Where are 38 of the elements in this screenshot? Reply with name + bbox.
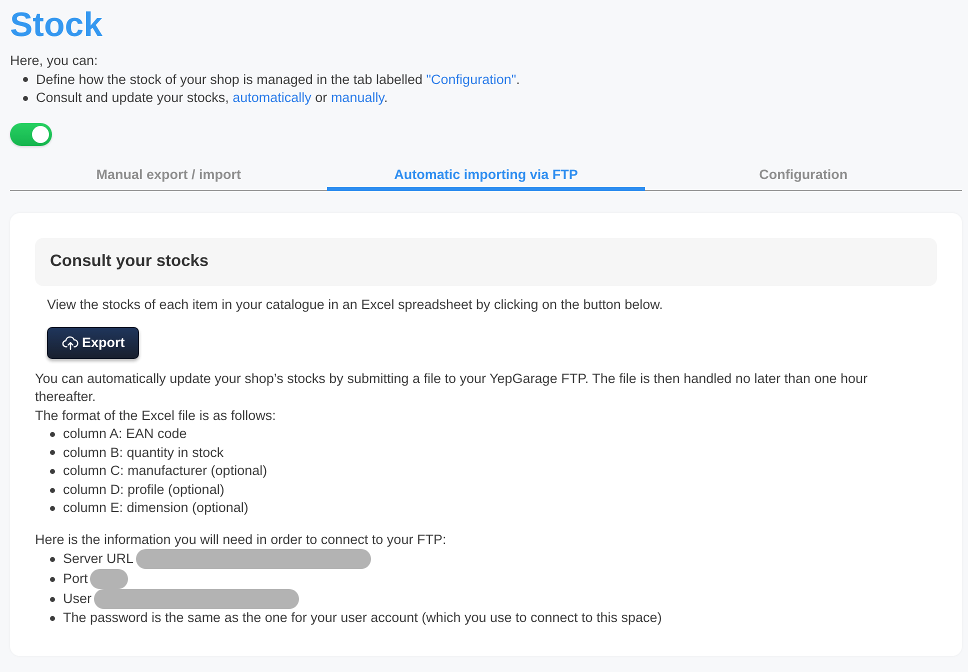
bullet-icon bbox=[50, 576, 55, 582]
tab[interactable]: Configuration bbox=[644, 158, 962, 190]
tab[interactable]: Manual export / import bbox=[10, 158, 328, 190]
bullet-icon bbox=[50, 450, 55, 456]
list-item-text: Define how the stock of your shop is managed in the tab labelled "Configuration". bbox=[36, 72, 520, 86]
bullet-icon bbox=[50, 596, 55, 602]
list-item-text: Port bbox=[63, 570, 88, 588]
list-item-text: Server URL bbox=[63, 550, 134, 568]
bullet-icon bbox=[23, 96, 28, 101]
cloud-upload-icon bbox=[62, 335, 79, 350]
paragraph-text: Here is the information you will need in order to connect to your FTP: bbox=[35, 530, 448, 549]
list-item-text: column E: dimension (optional) bbox=[63, 499, 248, 518]
page-title: Stock bbox=[10, 5, 104, 45]
paragraph-text: The format of the Excel file is as follows: bbox=[35, 406, 277, 424]
bullet-icon bbox=[50, 506, 55, 512]
description-text: View the stocks of each item in your catalogue in an Excel spreadsheet by clicking on the button below. bbox=[47, 296, 664, 314]
list-item-text: column A: EAN code bbox=[63, 425, 187, 443]
export-button[interactable]: Export bbox=[47, 326, 139, 358]
section-title: Consult your stocks bbox=[50, 252, 209, 271]
bullet-icon bbox=[50, 616, 55, 622]
list-item-text: column B: quantity in stock bbox=[63, 444, 224, 462]
list-item-text: column C: manufacturer (optional) bbox=[63, 462, 268, 480]
list-item-text: User bbox=[63, 590, 92, 608]
toggle-switch[interactable] bbox=[10, 122, 52, 146]
intro-text: Here, you can: bbox=[10, 52, 99, 70]
list-item-text: Consult and update your stocks, automatically or manually. bbox=[36, 90, 388, 105]
text-link[interactable]: manually bbox=[330, 90, 384, 105]
list-item-text: The password is the same as the one for your user account (which you use to connect to this space) bbox=[63, 609, 662, 628]
bullet-icon bbox=[50, 488, 55, 493]
text-link[interactable]: "Configuration" bbox=[426, 72, 516, 86]
paragraph-text: You can automatically update your shop’s stocks by submitting a file to your YepGarage FTP. The file is then handled no later than one hour thereafter. bbox=[35, 370, 869, 406]
bullet-icon bbox=[23, 77, 28, 82]
bullet-icon bbox=[50, 468, 55, 474]
list-item-text: column D: profile (optional) bbox=[63, 480, 224, 499]
bullet-icon bbox=[50, 432, 55, 437]
bullet-icon bbox=[50, 556, 55, 562]
text-link[interactable]: automatically bbox=[232, 90, 312, 105]
tab[interactable]: Automatic importing via FTP bbox=[327, 158, 645, 190]
